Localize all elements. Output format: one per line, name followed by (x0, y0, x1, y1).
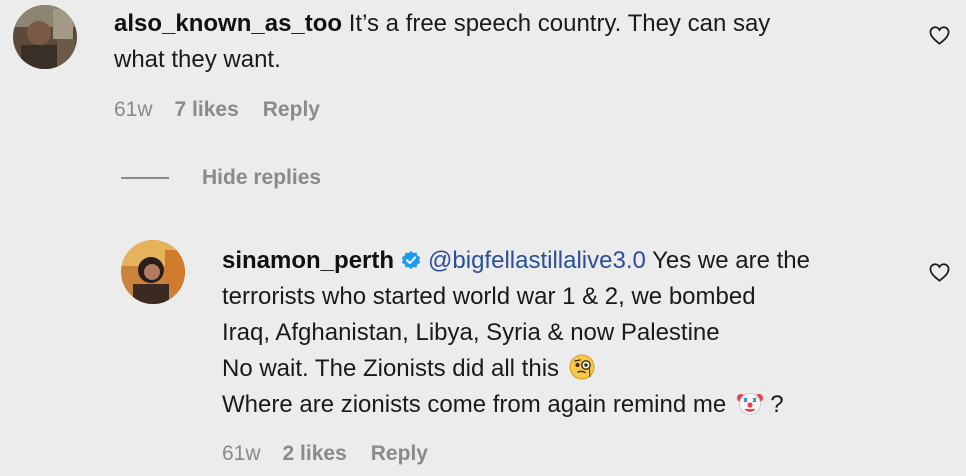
comment-meta: 61w 7 likes Reply (114, 98, 320, 122)
comment-likes-count[interactable]: 7 likes (175, 98, 239, 122)
hide-replies-button[interactable]: Hide replies (121, 166, 321, 190)
avatar[interactable] (13, 5, 77, 69)
avatar[interactable] (121, 240, 185, 304)
comment-text-line1: It’s a free speech country. They can say (348, 10, 771, 37)
user-avatar-photo-icon (121, 240, 185, 304)
comment-body: also_known_as_too It’s a free speech cou… (114, 6, 874, 78)
reply-button[interactable]: Reply (263, 98, 320, 122)
reply-likes-count[interactable]: 2 likes (283, 442, 347, 466)
reply-text-line1: Yes we are the (652, 247, 810, 274)
heart-outline-icon[interactable] (929, 263, 950, 282)
reply-text-line5: Where are zionists come from again remin… (222, 391, 727, 418)
comment-timestamp: 61w (114, 98, 153, 121)
user-avatar-photo-icon (13, 5, 77, 69)
reply-body: sinamon_perth @bigfellastillalive3.0 Yes … (222, 243, 912, 423)
reply-timestamp: 61w (222, 442, 261, 465)
comment-username[interactable]: also_known_as_too (114, 10, 342, 37)
reply-text-line2: terrorists who started world war 1 & 2, … (222, 283, 756, 310)
reply-meta: 61w 2 likes Reply (222, 442, 428, 466)
comment-text-line2: what they want. (114, 46, 281, 73)
hide-replies-label: Hide replies (202, 166, 322, 189)
verified-badge-icon (401, 251, 421, 269)
reply-button[interactable]: Reply (371, 442, 428, 466)
heart-outline-icon[interactable] (929, 26, 950, 45)
divider-line (121, 177, 169, 179)
face-with-monocle-emoji (569, 354, 595, 380)
reply-text-line4: No wait. The Zionists did all this (222, 355, 560, 382)
reply-username[interactable]: sinamon_perth (222, 247, 394, 274)
reply-text-line3: Iraq, Afghanistan, Libya, Syria & now Pa… (222, 319, 720, 346)
mention-link[interactable]: @bigfellastillalive3.0 (428, 247, 646, 274)
clown-face-emoji (737, 393, 764, 415)
reply-text-line5-suffix: ? (770, 391, 784, 418)
